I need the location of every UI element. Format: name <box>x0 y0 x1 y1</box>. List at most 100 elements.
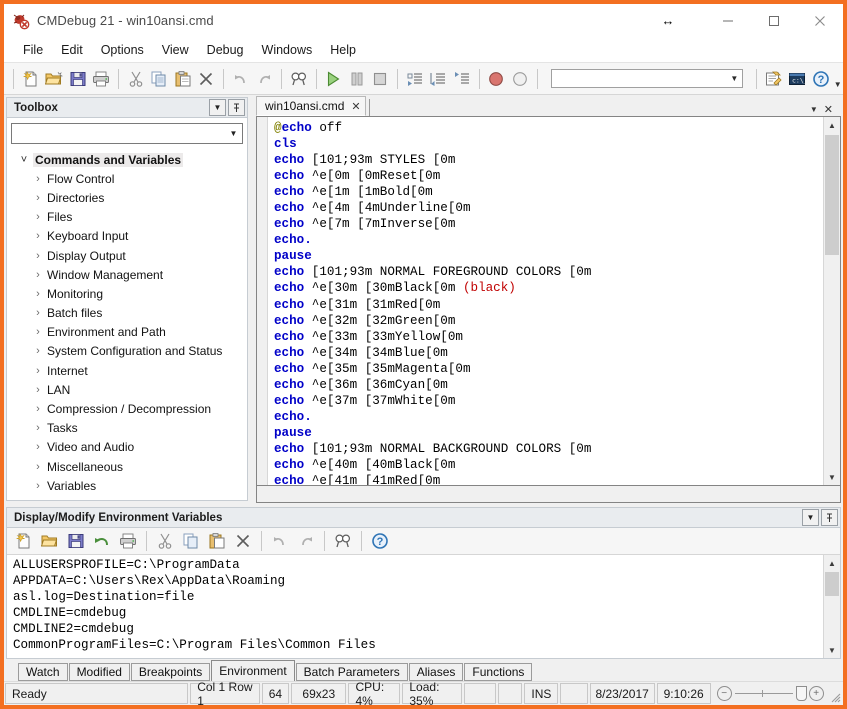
chevron-right-icon[interactable]: › <box>29 422 47 434</box>
new-file-icon[interactable] <box>20 67 42 91</box>
tab-win10ansi-cmd[interactable]: win10ansi.cmd ✕ <box>256 96 366 116</box>
tab-watch[interactable]: Watch <box>18 663 68 681</box>
chevron-right-icon[interactable]: › <box>29 307 47 319</box>
tree-item-internet[interactable]: › Internet <box>7 361 247 380</box>
breakpoint-disabled-icon[interactable] <box>509 67 531 91</box>
tree-item-keyboard-input[interactable]: › Keyboard Input <box>7 227 247 246</box>
environment-scroll-thumb[interactable] <box>825 572 839 596</box>
dropdown-icon[interactable]: ▼ <box>802 509 819 526</box>
code-text[interactable]: @echo off cls echo [101;93m STYLES [0m echo… <box>268 117 823 485</box>
save-icon[interactable] <box>64 529 88 553</box>
tree-item-system-configuration-and-status[interactable]: › System Configuration and Status <box>7 342 247 361</box>
tree-root-commands-and-variables[interactable]: ˅ Commands and Variables <box>7 150 247 169</box>
tree-item-display-output[interactable]: › Display Output <box>7 246 247 265</box>
redo-icon[interactable] <box>294 529 318 553</box>
zoom-in-icon[interactable]: + <box>808 686 824 701</box>
delete-icon[interactable] <box>231 529 255 553</box>
chevron-right-icon[interactable]: › <box>29 250 47 262</box>
chevron-right-icon[interactable]: › <box>29 326 47 338</box>
chevron-right-icon[interactable]: › <box>29 345 47 357</box>
console-icon[interactable]: c:\_ <box>786 67 808 91</box>
environment-variables-text[interactable]: ALLUSERSPROFILE=C:\ProgramData APPDATA=C… <box>7 555 823 658</box>
menu-windows[interactable]: Windows <box>253 40 322 60</box>
editor-horizontal-scrollbar[interactable] <box>256 486 841 503</box>
toolbox-filter-combo[interactable]: ▼ <box>11 123 243 144</box>
properties-icon[interactable] <box>763 67 785 91</box>
revert-icon[interactable] <box>90 529 114 553</box>
find-icon[interactable] <box>331 529 355 553</box>
tab-functions[interactable]: Functions <box>464 663 533 681</box>
close-icon[interactable]: ✕ <box>351 100 360 113</box>
chevron-right-icon[interactable]: › <box>29 499 47 500</box>
tree-item-files[interactable]: › Files <box>7 208 247 227</box>
tab-aliases[interactable]: Aliases <box>408 663 464 681</box>
chevron-right-icon[interactable]: › <box>29 403 47 415</box>
chevron-right-icon[interactable]: › <box>29 211 47 223</box>
chevron-right-icon[interactable]: › <box>29 480 47 492</box>
stop-icon[interactable] <box>370 67 392 91</box>
pin-icon[interactable] <box>228 99 245 116</box>
step-into-icon[interactable] <box>404 67 426 91</box>
paste-icon[interactable] <box>205 529 229 553</box>
tree-item-flow-control[interactable]: › Flow Control <box>7 169 247 188</box>
tree-item-compression-decompression[interactable]: › Compression / Decompression <box>7 399 247 418</box>
tree-item-environment-and-path[interactable]: › Environment and Path <box>7 323 247 342</box>
print-icon[interactable] <box>116 529 140 553</box>
delete-icon[interactable] <box>196 67 218 91</box>
open-folder-icon[interactable] <box>38 529 62 553</box>
zoom-handle[interactable] <box>795 686 807 701</box>
menu-view[interactable]: View <box>153 40 198 60</box>
menu-debug[interactable]: Debug <box>198 40 253 60</box>
tab-modified[interactable]: Modified <box>68 663 130 681</box>
scroll-up-icon[interactable]: ▲ <box>824 117 840 133</box>
maximize-icon[interactable] <box>751 4 797 37</box>
code-editor[interactable]: @echo off cls echo [101;93m STYLES [0m echo… <box>256 116 841 486</box>
paste-icon[interactable] <box>172 67 194 91</box>
menu-edit[interactable]: Edit <box>52 40 92 60</box>
editor-scroll-track[interactable] <box>824 133 840 469</box>
new-file-icon[interactable] <box>12 529 36 553</box>
zoom-out-icon[interactable]: − <box>716 686 732 701</box>
toolbar-overflow-icon[interactable]: ▼ <box>832 65 843 93</box>
tree-item-monitoring[interactable]: › Monitoring <box>7 284 247 303</box>
editor-scroll-thumb[interactable] <box>825 135 839 255</box>
chevron-down-icon[interactable]: ˅ <box>15 154 33 166</box>
menu-file[interactable]: File <box>14 40 52 60</box>
environment-vertical-scrollbar[interactable]: ▲ ▼ <box>823 555 840 658</box>
cut-icon[interactable] <box>125 67 147 91</box>
scroll-down-icon[interactable]: ▼ <box>824 469 840 485</box>
step-out-icon[interactable] <box>451 67 473 91</box>
scroll-down-icon[interactable]: ▼ <box>824 642 840 658</box>
help-icon[interactable]: ? <box>810 67 832 91</box>
chevron-down-icon[interactable]: ▼ <box>225 129 242 138</box>
tree-item-tasks[interactable]: › Tasks <box>7 419 247 438</box>
dropdown-icon[interactable]: ▼ <box>209 99 226 116</box>
editor-close-icon[interactable]: ✕ <box>824 103 837 116</box>
copy-icon[interactable] <box>149 67 171 91</box>
cut-icon[interactable] <box>153 529 177 553</box>
help-icon[interactable]: ? <box>368 529 392 553</box>
tree-item-lan[interactable]: › LAN <box>7 380 247 399</box>
menu-help[interactable]: Help <box>321 40 365 60</box>
chevron-right-icon[interactable]: › <box>29 365 47 377</box>
save-icon[interactable] <box>67 67 89 91</box>
run-icon[interactable] <box>322 67 344 91</box>
tab-environment[interactable]: Environment <box>211 660 295 681</box>
minimize-icon[interactable] <box>705 4 751 37</box>
tree-item-window-management[interactable]: › Window Management <box>7 265 247 284</box>
pin-icon[interactable] <box>821 509 838 526</box>
zoom-slider[interactable]: − + <box>713 683 828 704</box>
chevron-right-icon[interactable]: › <box>29 230 47 242</box>
chevron-right-icon[interactable]: › <box>29 384 47 396</box>
copy-icon[interactable] <box>179 529 203 553</box>
environment-scroll-track[interactable] <box>824 571 840 642</box>
chevron-right-icon[interactable]: › <box>29 269 47 281</box>
editor-dropdown-icon[interactable]: ▼ <box>804 105 824 114</box>
chevron-right-icon[interactable]: › <box>29 192 47 204</box>
open-folder-icon[interactable] <box>43 67 65 91</box>
editor-vertical-scrollbar[interactable]: ▲ ▼ <box>823 117 840 485</box>
chevron-right-icon[interactable]: › <box>29 173 47 185</box>
undo-icon[interactable] <box>230 67 252 91</box>
undo-icon[interactable] <box>268 529 292 553</box>
resize-grip[interactable] <box>829 682 843 705</box>
